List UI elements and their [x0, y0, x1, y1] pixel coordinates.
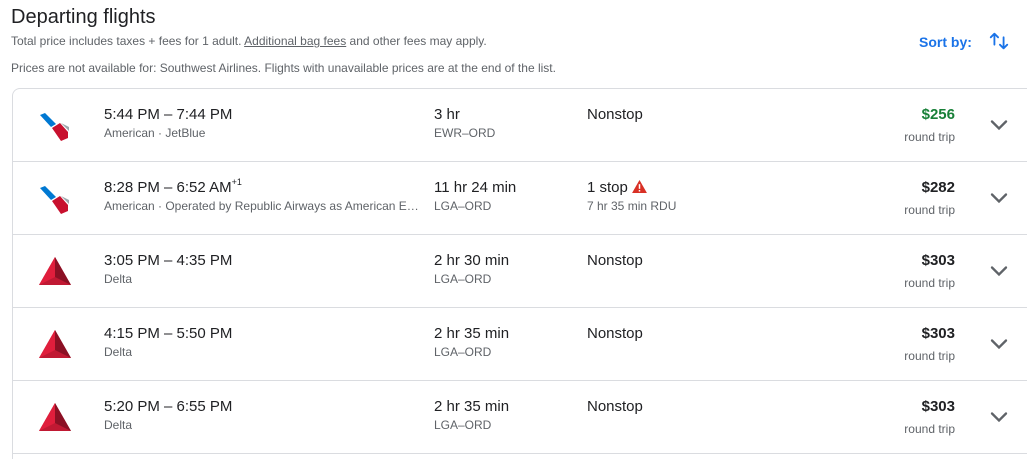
- sort-icon[interactable]: [988, 30, 1010, 52]
- flight-row[interactable]: 3:05 PM – 4:35 PM Delta 2 hr 30 min LGA–ORD…: [13, 235, 1027, 308]
- stops-info: Nonstop: [587, 252, 643, 269]
- delta-logo: [37, 253, 73, 289]
- unavailable-prices-note: Prices are not available for: Southwest …: [11, 61, 556, 75]
- flight-price: $282: [921, 179, 955, 196]
- departure-arrival-times: 8:28 PM – 6:52 AM: [104, 179, 232, 196]
- day-offset: +1: [231, 177, 242, 187]
- stops-count: Nonstop: [587, 106, 643, 123]
- flight-list: 5:44 PM – 7:44 PM American · JetBlue 3 hr E…: [12, 88, 1027, 459]
- flight-duration: 11 hr 24 min: [434, 179, 517, 196]
- flight-route: LGA–ORD: [434, 272, 492, 286]
- price-note: round trip: [904, 276, 955, 290]
- stops-count: Nonstop: [587, 398, 643, 415]
- flight-duration: 2 hr 35 min: [434, 398, 510, 415]
- disclaimer-text: Total price includes taxes + fees for 1 …: [11, 34, 245, 48]
- flight-price: $303: [921, 325, 955, 342]
- flight-row[interactable]: 5:44 PM – 7:44 PM American · JetBlue 3 hr E…: [13, 89, 1027, 162]
- price-disclaimer: Total price includes taxes + fees for 1 …: [11, 34, 487, 48]
- airline-name: American · Operated by Republic Airways …: [104, 199, 422, 213]
- stops-count: 1 stop: [587, 179, 628, 196]
- american-airlines-logo: [37, 107, 73, 143]
- flight-duration: 2 hr 30 min: [434, 252, 510, 269]
- price-note: round trip: [904, 130, 955, 144]
- flight-price: $303: [921, 398, 955, 415]
- expand-chevron-icon[interactable]: [985, 330, 1013, 358]
- flight-duration: 2 hr 35 min: [434, 325, 510, 342]
- warning-icon: [631, 180, 647, 193]
- flight-times: 8:28 PM – 6:52 AM+1: [104, 177, 242, 196]
- layover-info: 7 hr 35 min RDU: [587, 199, 677, 213]
- expand-chevron-icon[interactable]: [985, 184, 1013, 212]
- expand-chevron-icon[interactable]: [985, 257, 1013, 285]
- flight-price: $303: [921, 252, 955, 269]
- flight-times: 4:15 PM – 5:50 PM: [104, 325, 232, 342]
- flight-route: LGA–ORD: [434, 345, 492, 359]
- stops-info: Nonstop: [587, 398, 643, 415]
- stops-info: 1 stop: [587, 179, 647, 196]
- departure-arrival-times: 5:20 PM – 6:55 PM: [104, 398, 233, 415]
- departure-arrival-times: 5:44 PM – 7:44 PM: [104, 106, 233, 123]
- delta-logo: [37, 399, 73, 435]
- flight-price: $256: [921, 106, 955, 123]
- flight-times: 5:44 PM – 7:44 PM: [104, 106, 232, 123]
- departure-arrival-times: 4:15 PM – 5:50 PM: [104, 325, 233, 342]
- flight-duration: 3 hr: [434, 106, 460, 123]
- price-note: round trip: [904, 422, 955, 436]
- price-note: round trip: [904, 349, 955, 363]
- flight-times: 3:05 PM – 4:35 PM: [104, 252, 232, 269]
- airline-name: Delta: [104, 272, 133, 286]
- price-note: round trip: [904, 203, 955, 217]
- flight-times: 5:20 PM – 6:55 PM: [104, 398, 232, 415]
- airline-name: Delta: [104, 345, 133, 359]
- flight-route: LGA–ORD: [434, 199, 492, 213]
- flight-row[interactable]: 8:28 PM – 6:52 AM+1 American · Operated b…: [13, 162, 1027, 235]
- flight-route: LGA–ORD: [434, 418, 492, 432]
- flight-row[interactable]: 4:15 PM – 5:50 PM Delta 2 hr 35 min LGA–ORD…: [13, 308, 1027, 381]
- sort-by-button[interactable]: Sort by:: [919, 34, 972, 50]
- stops-count: Nonstop: [587, 252, 643, 269]
- disclaimer-text-end: and other fees may apply.: [346, 34, 487, 48]
- american-airlines-logo: [37, 180, 73, 216]
- airline-name: Delta: [104, 418, 133, 432]
- expand-chevron-icon[interactable]: [985, 403, 1013, 431]
- departure-arrival-times: 3:05 PM – 4:35 PM: [104, 252, 233, 269]
- flight-route: EWR–ORD: [434, 126, 496, 140]
- expand-chevron-icon[interactable]: [985, 111, 1013, 139]
- airline-name: American · JetBlue: [104, 126, 206, 140]
- bag-fees-link[interactable]: Additional bag fees: [244, 34, 346, 48]
- page-title: Departing flights: [11, 6, 156, 28]
- stops-info: Nonstop: [587, 106, 643, 123]
- stops-info: Nonstop: [587, 325, 643, 342]
- stops-count: Nonstop: [587, 325, 643, 342]
- delta-logo: [37, 326, 73, 362]
- flight-row[interactable]: 5:20 PM – 6:55 PM Delta 2 hr 35 min LGA–ORD…: [13, 381, 1027, 454]
